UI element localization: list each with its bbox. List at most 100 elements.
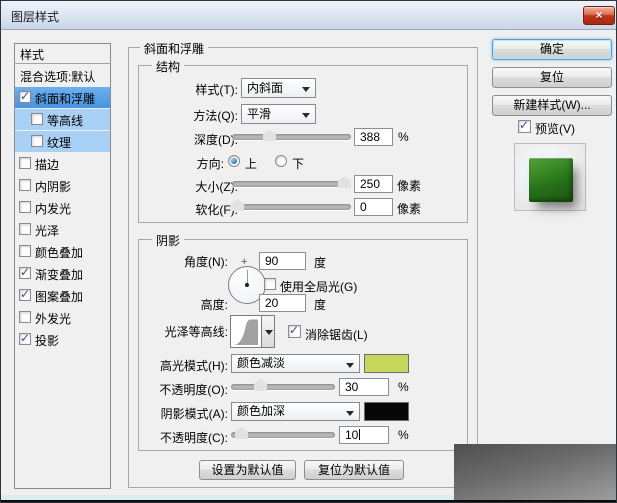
set-default-button[interactable]: 设置为默认值 <box>199 460 296 480</box>
reset-default-button[interactable]: 复位为默认值 <box>304 460 404 480</box>
depth-label: 深度(D): <box>194 133 238 147</box>
gloss-contour-dropdown-button[interactable] <box>261 315 275 348</box>
reset-button[interactable]: 复位 <box>492 67 612 88</box>
gray-overlay-artifact <box>454 444 616 500</box>
altitude-label: 高度: <box>200 298 228 312</box>
preview-label: 预览(V) <box>535 122 575 136</box>
checkbox-icon[interactable] <box>19 265 31 279</box>
sidebar-item-bevel-emboss[interactable]: 斜面和浮雕 <box>15 87 110 108</box>
size-slider[interactable] <box>232 181 351 187</box>
sidebar-item-gradient-overlay[interactable]: 渐变叠加 <box>15 263 110 284</box>
ok-button[interactable]: 确定 <box>492 39 612 60</box>
shadow-opacity-label: 不透明度(C): <box>160 431 228 445</box>
soften-slider[interactable] <box>232 204 351 210</box>
soften-label: 软化(F): <box>195 203 238 217</box>
use-global-light-checkbox[interactable] <box>264 278 276 290</box>
layer-style-dialog: 图层样式 × 样式 混合选项:默认 斜面和浮雕 等高线 纹理 描边 内阴影 内发… <box>0 0 617 503</box>
highlight-opacity-slider[interactable] <box>231 384 335 390</box>
highlight-color-swatch[interactable] <box>364 354 409 373</box>
angle-dial-center <box>245 283 249 287</box>
sidebar-item-stroke[interactable]: 描边 <box>15 153 110 174</box>
crosshair-icon: + <box>241 256 248 268</box>
sidebar-item-contour[interactable]: 等高线 <box>15 109 110 130</box>
altitude-unit: 度 <box>314 298 327 312</box>
highlight-opacity-label: 不透明度(O): <box>159 383 228 397</box>
checkbox-icon[interactable] <box>31 113 43 125</box>
depth-slider[interactable] <box>232 134 351 140</box>
shadow-mode-label: 阴影模式(A): <box>160 407 228 421</box>
chevron-down-icon <box>302 87 310 96</box>
depth-unit: % <box>398 130 409 144</box>
sidebar-item-inner-shadow[interactable]: 内阴影 <box>15 175 110 196</box>
direction-down-label: 下 <box>292 157 305 171</box>
close-icon: × <box>595 8 603 22</box>
styles-list-header: 样式 <box>14 43 111 64</box>
sidebar-item-blending-options[interactable]: 混合选项:默认 <box>15 65 110 86</box>
checkbox-icon[interactable] <box>19 331 31 345</box>
size-label: 大小(Z): <box>195 180 238 194</box>
direction-up-label: 上 <box>245 157 258 171</box>
angle-unit: 度 <box>314 256 327 270</box>
size-input[interactable]: 250 <box>354 175 393 193</box>
use-global-light-label: 使用全局光(G) <box>280 280 358 294</box>
structure-legend: 结构 <box>152 58 185 75</box>
preview-checkbox[interactable] <box>518 118 531 133</box>
layer-preview-thumbnail <box>514 143 586 211</box>
method-dropdown[interactable]: 平滑 <box>241 104 316 124</box>
highlight-opacity-unit: % <box>398 380 409 394</box>
checkbox-icon[interactable] <box>19 223 31 235</box>
highlight-opacity-input[interactable]: 30 <box>339 378 389 396</box>
depth-input[interactable]: 388 <box>354 128 393 146</box>
altitude-input[interactable]: 20 <box>259 294 306 312</box>
checkbox-icon[interactable] <box>19 157 31 169</box>
green-layer-preview <box>529 158 573 202</box>
bevel-emboss-legend: 斜面和浮雕 <box>140 40 209 57</box>
text-caret <box>359 429 361 440</box>
chevron-down-icon <box>302 113 310 122</box>
contour-curve-icon <box>234 319 258 345</box>
chevron-down-icon <box>346 363 354 372</box>
sidebar-item-satin[interactable]: 光泽 <box>15 219 110 240</box>
title-bar[interactable]: 图层样式 × <box>1 1 616 30</box>
anti-alias-label: 消除锯齿(L) <box>305 328 368 342</box>
checkbox-icon[interactable] <box>19 201 31 213</box>
sidebar-item-inner-glow[interactable]: 内发光 <box>15 197 110 218</box>
checkbox-icon[interactable] <box>19 179 31 191</box>
direction-down-radio[interactable] <box>275 155 287 167</box>
sidebar-item-color-overlay[interactable]: 颜色叠加 <box>15 241 110 262</box>
angle-label: 角度(N): <box>184 255 228 269</box>
gloss-contour-label: 光泽等高线: <box>164 325 228 339</box>
sidebar-item-outer-glow[interactable]: 外发光 <box>15 307 110 328</box>
soften-input[interactable]: 0 <box>354 198 393 216</box>
highlight-mode-dropdown[interactable]: 颜色减淡 <box>231 354 360 373</box>
checkbox-icon[interactable] <box>19 89 31 103</box>
shadow-mode-dropdown[interactable]: 颜色加深 <box>231 402 360 421</box>
styles-header-label: 样式 <box>20 48 45 62</box>
dialog-title: 图层样式 <box>11 10 60 24</box>
angle-input[interactable]: 90 <box>259 252 306 270</box>
close-button[interactable]: × <box>583 6 615 25</box>
checkbox-icon[interactable] <box>19 311 31 323</box>
style-label: 样式(T): <box>195 83 238 97</box>
style-dropdown[interactable]: 内斜面 <box>241 78 316 98</box>
checkbox-icon[interactable] <box>19 287 31 301</box>
sidebar-item-drop-shadow[interactable]: 投影 <box>15 329 110 350</box>
gloss-contour-thumbnail[interactable] <box>230 315 262 348</box>
new-style-button[interactable]: 新建样式(W)... <box>492 95 612 116</box>
size-unit: 像素 <box>397 179 422 193</box>
direction-up-radio[interactable] <box>228 155 240 167</box>
checkbox-icon[interactable] <box>31 135 43 147</box>
method-label: 方法(Q): <box>193 109 238 123</box>
sidebar-item-texture[interactable]: 纹理 <box>15 131 110 152</box>
shadow-opacity-input[interactable]: 10 <box>339 426 389 444</box>
shadow-color-swatch[interactable] <box>364 402 409 421</box>
shading-legend: 阴影 <box>152 232 185 249</box>
anti-alias-checkbox[interactable] <box>288 323 301 338</box>
highlight-mode-label: 高光模式(H): <box>160 359 228 373</box>
soften-unit: 像素 <box>397 202 422 216</box>
sidebar-item-pattern-overlay[interactable]: 图案叠加 <box>15 285 110 306</box>
chevron-down-icon <box>346 411 354 420</box>
checkbox-icon[interactable] <box>19 245 31 257</box>
shadow-opacity-unit: % <box>398 428 409 442</box>
direction-label: 方向: <box>196 157 224 171</box>
